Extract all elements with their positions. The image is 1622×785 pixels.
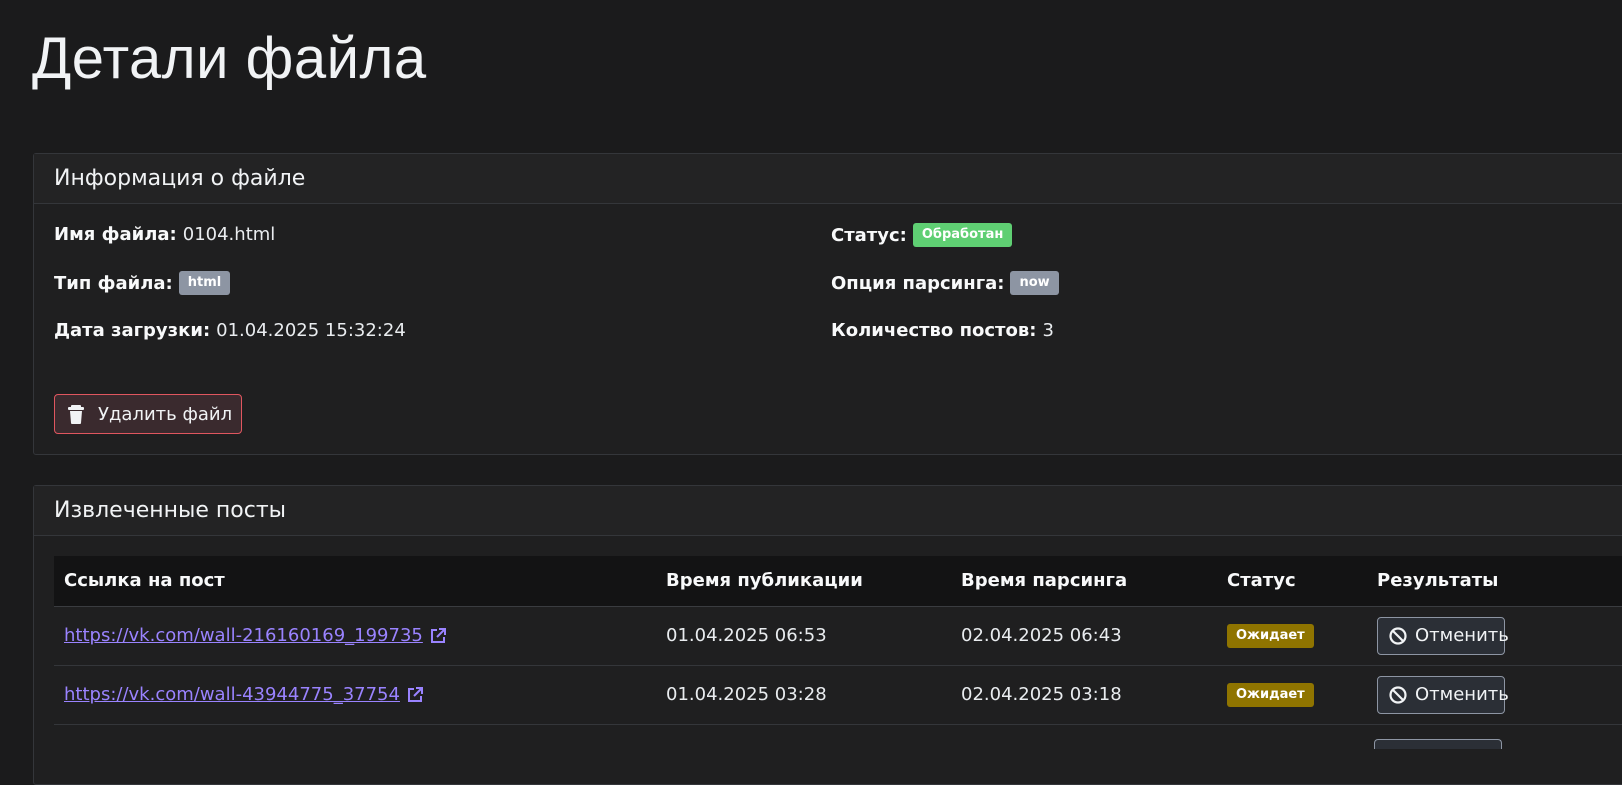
status-badge: Ожидает bbox=[1227, 683, 1314, 707]
column-header-status: Статус bbox=[1217, 556, 1367, 607]
status-cell: Ожидает bbox=[1217, 665, 1367, 725]
file-name-row: Имя файла: 0104.html bbox=[54, 224, 275, 245]
table-row: https://vk.com/wall-43944775_37754 01.04… bbox=[54, 665, 1622, 725]
parse-option-label: Опция парсинга: bbox=[831, 272, 1005, 294]
cancel-button[interactable]: Отменить bbox=[1377, 616, 1509, 655]
parse-option-badge: now bbox=[1010, 271, 1059, 295]
posts-header: Извлеченные посты bbox=[34, 486, 1622, 536]
delete-file-button[interactable]: Удалить файл bbox=[54, 394, 242, 434]
post-link-cell: https://vk.com/wall-216160169_199735 bbox=[54, 606, 656, 666]
ban-icon bbox=[1388, 626, 1408, 646]
external-link-icon bbox=[406, 686, 424, 704]
post-link[interactable]: https://vk.com/wall-216160169_199735 bbox=[64, 625, 447, 646]
ban-icon bbox=[1388, 685, 1408, 705]
cancel-button[interactable]: Отменить bbox=[1377, 675, 1509, 714]
column-header-link: Ссылка на пост bbox=[54, 556, 656, 607]
file-info-card: Информация о файле Имя файла: 0104.html … bbox=[33, 153, 1622, 455]
status-badge: Ожидает bbox=[1227, 624, 1314, 648]
results-cell: Отменить bbox=[1367, 606, 1622, 666]
file-type-label: Тип файла: bbox=[54, 272, 173, 294]
file-info-header: Информация о файле bbox=[34, 154, 1622, 204]
post-link[interactable]: https://vk.com/wall-43944775_37754 bbox=[64, 684, 424, 705]
upload-date-label: Дата загрузки: bbox=[54, 320, 211, 341]
post-link-cell: https://vk.com/wall-43944775_37754 bbox=[54, 665, 656, 725]
cancel-button-label: Отменить bbox=[1415, 684, 1509, 705]
file-type-badge: html bbox=[178, 271, 231, 295]
page-title: Детали файла bbox=[32, 26, 427, 91]
parse-time: 02.04.2025 03:18 bbox=[951, 665, 1217, 725]
cancel-button-label: Отменить bbox=[1415, 625, 1509, 646]
post-link-text: https://vk.com/wall-216160169_199735 bbox=[64, 625, 423, 646]
results-cell: Отменить bbox=[1367, 665, 1622, 725]
trash-icon bbox=[65, 403, 87, 425]
status-cell: Ожидает bbox=[1217, 606, 1367, 666]
post-count-value: 3 bbox=[1042, 320, 1054, 341]
parse-option-row: Опция парсинга: now bbox=[831, 271, 1059, 295]
status-label: Статус: bbox=[831, 224, 907, 246]
status-badge: Обработан bbox=[912, 223, 1013, 247]
post-count-label: Количество постов: bbox=[831, 320, 1037, 341]
external-link-icon bbox=[429, 627, 447, 645]
delete-file-label: Удалить файл bbox=[98, 403, 233, 425]
published-time: 01.04.2025 03:28 bbox=[656, 665, 951, 725]
file-name-label: Имя файла: bbox=[54, 224, 177, 245]
post-link-text: https://vk.com/wall-43944775_37754 bbox=[64, 684, 400, 705]
status-row: Статус: Обработан bbox=[831, 223, 1013, 247]
post-count-row: Количество постов: 3 bbox=[831, 320, 1054, 341]
file-name-value: 0104.html bbox=[182, 224, 276, 245]
published-time: 01.04.2025 06:53 bbox=[656, 606, 951, 666]
column-header-published: Время публикации bbox=[656, 556, 951, 607]
upload-date-row: Дата загрузки: 01.04.2025 15:32:24 bbox=[54, 320, 406, 341]
posts-table: Ссылка на пост Время публикации Время па… bbox=[54, 556, 1622, 725]
column-header-results: Результаты bbox=[1367, 556, 1622, 607]
file-type-row: Тип файла: html bbox=[54, 271, 231, 295]
table-header-row: Ссылка на пост Время публикации Время па… bbox=[54, 556, 1622, 607]
column-header-parse-time: Время парсинга bbox=[951, 556, 1217, 607]
parse-time: 02.04.2025 06:43 bbox=[951, 606, 1217, 666]
upload-date-value: 01.04.2025 15:32:24 bbox=[216, 320, 406, 341]
table-row: https://vk.com/wall-216160169_199735 01.… bbox=[54, 606, 1622, 666]
partial-cancel-button[interactable] bbox=[1374, 739, 1502, 749]
